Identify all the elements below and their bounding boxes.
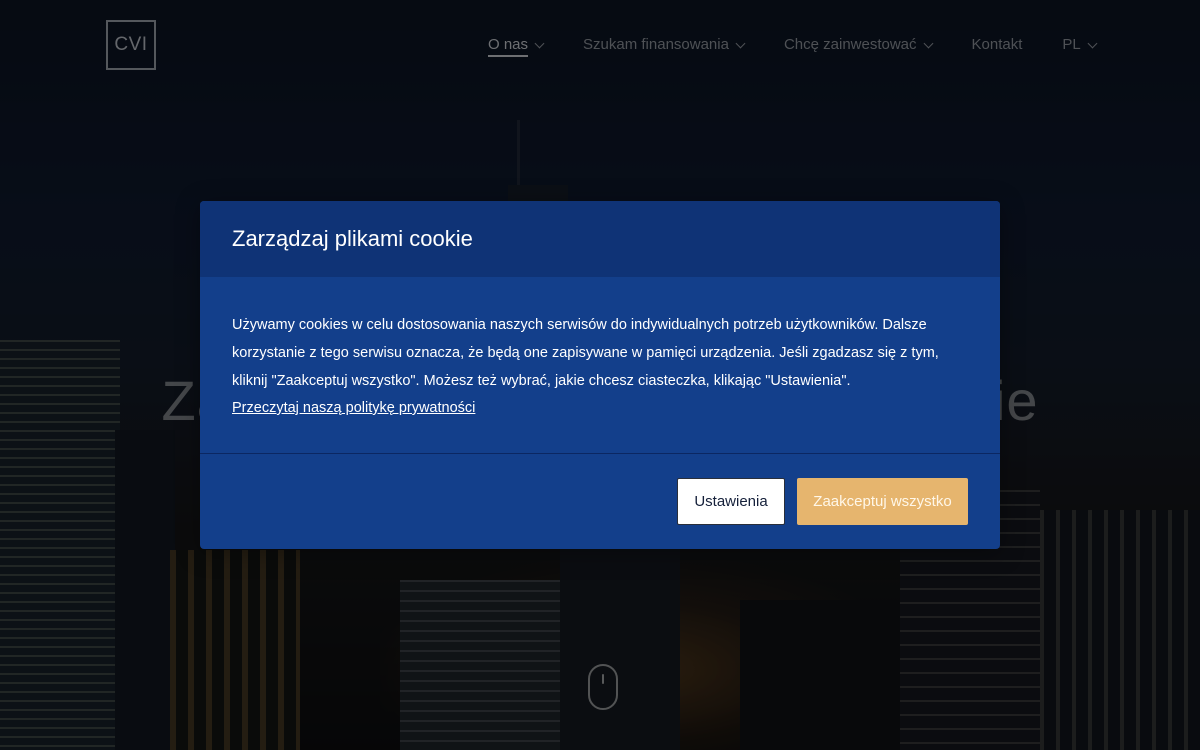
modal-title: Zarządzaj plikami cookie bbox=[232, 226, 473, 251]
modal-footer: Ustawienia Zaakceptuj wszystko bbox=[200, 454, 1000, 525]
modal-text: Używamy cookies w celu dostosowania nasz… bbox=[232, 317, 939, 389]
privacy-policy-link[interactable]: Przeczytaj naszą politykę prywatności bbox=[232, 400, 475, 416]
settings-button[interactable]: Ustawienia bbox=[677, 478, 785, 525]
modal-header: Zarządzaj plikami cookie bbox=[200, 201, 1000, 277]
modal-body: Używamy cookies w celu dostosowania nasz… bbox=[200, 277, 1000, 454]
cookie-modal: Zarządzaj plikami cookie Używamy cookies… bbox=[200, 201, 1000, 549]
accept-all-button[interactable]: Zaakceptuj wszystko bbox=[797, 478, 968, 525]
